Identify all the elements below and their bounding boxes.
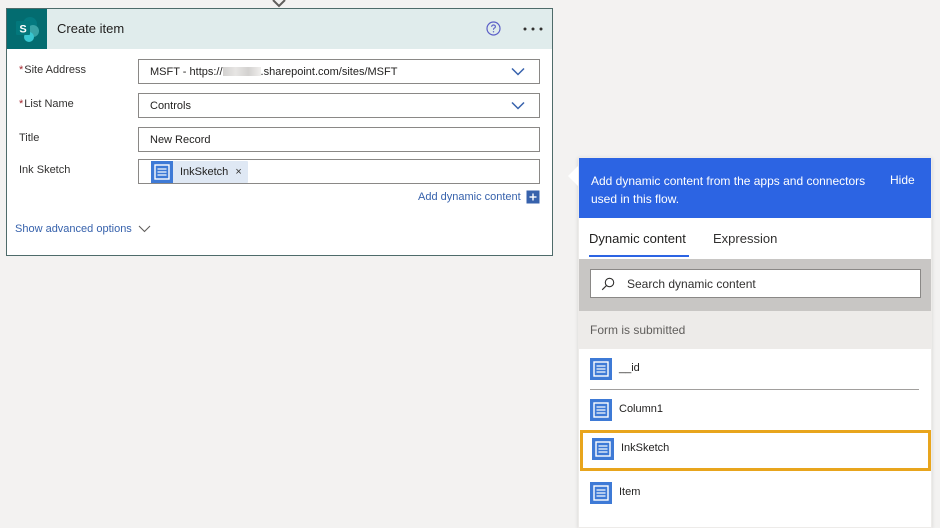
chevron-down-icon[interactable] [138,225,151,233]
card-header[interactable]: S Create item [7,9,552,49]
list-item-item[interactable]: Item [579,474,931,512]
help-circle-icon[interactable] [486,21,501,36]
list-item-label: InkSketch [621,442,670,454]
list-name-label: *List Name [19,98,74,110]
search-area [579,259,931,311]
sharepoint-logo: S [7,9,47,49]
close-icon[interactable]: × [235,166,241,178]
tab-dynamic-content[interactable]: Dynamic content [589,231,686,246]
panel-pointer [568,166,578,186]
section-header[interactable]: Form is submitted [579,311,931,349]
required-marker: * [19,64,24,76]
forms-field-icon [590,482,612,504]
list-item-column1[interactable]: Column1 [579,391,931,429]
list-item-inksketch[interactable]: InkSketch [580,430,931,471]
forms-field-icon [592,438,614,460]
site-address-label: *Site Address [19,64,87,76]
search-icon [601,277,615,291]
chevron-down-icon[interactable] [511,67,525,76]
connector-arrow-icon [272,0,286,8]
show-advanced-options-link[interactable]: Show advanced options [15,223,132,235]
add-dynamic-content-icon[interactable] [526,190,540,204]
site-address-value: MSFT - https://.sharepoint.com/sites/MSF… [150,66,398,78]
divider [590,389,919,390]
ink-sketch-label: Ink Sketch [19,164,71,176]
list-item-label: Item [619,486,641,498]
inksketch-token[interactable]: InkSketch × [151,161,248,183]
inksketch-token-label: InkSketch [180,166,229,178]
redacted-tenant [222,67,261,76]
card-title: Create item [57,21,125,36]
svg-text:S: S [19,24,26,36]
list-item-label: __id [619,362,640,374]
search-input[interactable] [627,270,917,297]
create-item-card: S Create item *Site Address MSFT - https… [6,8,553,256]
title-input[interactable]: New Record [138,127,540,152]
panel-header-text: Add dynamic content from the apps and co… [591,174,866,206]
required-marker: * [19,98,24,110]
tab-expression[interactable]: Expression [713,231,777,246]
search-box[interactable] [590,269,921,298]
site-address-dropdown[interactable]: MSFT - https://.sharepoint.com/sites/MSF… [138,59,540,84]
section-label: Form is submitted [590,323,686,337]
sharepoint-icon: S [16,17,39,42]
title-label: Title [19,132,40,144]
title-value: New Record [150,134,211,146]
list-name-value: Controls [150,100,191,112]
chevron-down-icon[interactable] [511,101,525,110]
ink-sketch-input[interactable]: InkSketch × [138,159,540,184]
forms-field-icon [590,358,612,380]
panel-header: Add dynamic content from the apps and co… [579,158,931,218]
add-dynamic-content-link[interactable]: Add dynamic content [418,191,521,203]
list-item-id[interactable]: __id [579,350,931,388]
active-tab-indicator [589,255,689,257]
list-item-label: Column1 [619,403,664,415]
hide-button[interactable]: Hide [890,173,915,187]
forms-field-icon [590,399,612,421]
more-options-icon[interactable] [521,21,545,36]
dynamic-content-panel: Add dynamic content from the apps and co… [578,157,932,528]
forms-field-icon [151,161,173,183]
list-name-dropdown[interactable]: Controls [138,93,540,118]
